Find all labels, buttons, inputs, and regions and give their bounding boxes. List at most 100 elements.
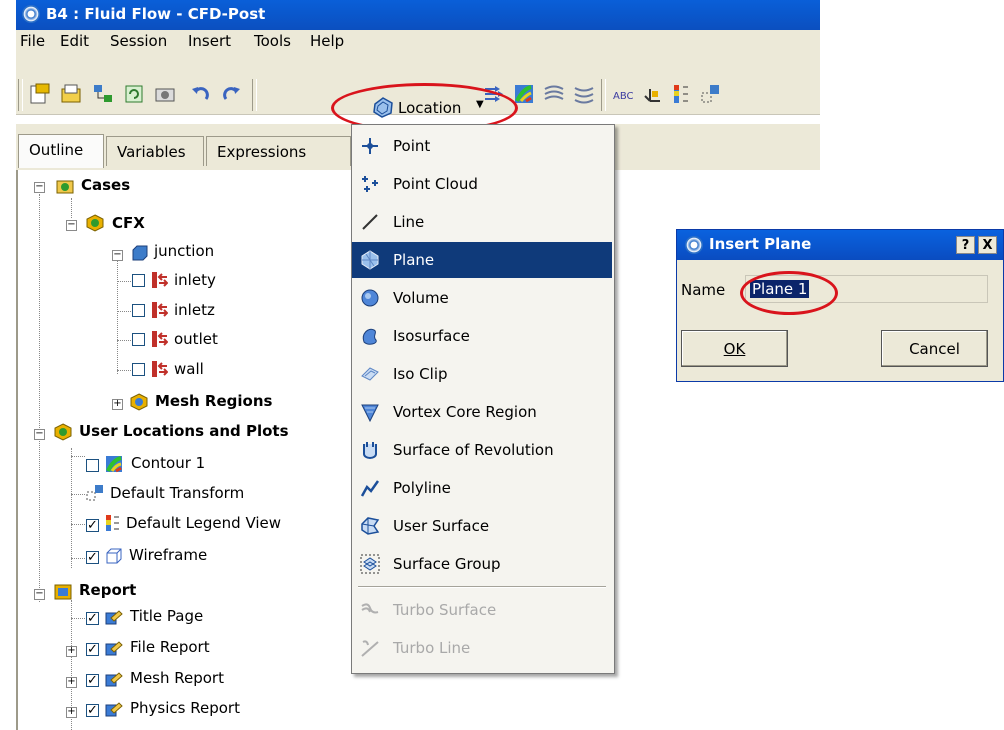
tree-item-wireframe[interactable]: Wireframe — [129, 546, 207, 564]
tree-item-report[interactable]: Report — [79, 581, 136, 599]
tree-item-wall[interactable]: wall — [174, 360, 204, 378]
tree-item-mesh-report[interactable]: Mesh Report — [130, 669, 224, 687]
user-locations-icon — [54, 423, 72, 441]
cancel-button[interactable]: Cancel — [881, 330, 988, 367]
toolbar-separator — [252, 79, 257, 111]
menu-edit[interactable]: Edit — [60, 32, 89, 50]
menu-item-vortex-core-region[interactable]: Vortex Core Region — [352, 394, 612, 430]
refresh-icon[interactable] — [123, 83, 145, 105]
menu-item-point-cloud[interactable]: Point Cloud — [352, 166, 612, 202]
camera-icon[interactable] — [154, 83, 176, 105]
visibility-checkbox[interactable] — [132, 363, 145, 376]
tree-item-outlet[interactable]: outlet — [174, 330, 218, 348]
tree-connector — [71, 448, 72, 568]
collapse-toggle[interactable]: − — [112, 250, 123, 261]
tree-connector — [71, 558, 85, 559]
menu-item-polyline[interactable]: Polyline — [352, 470, 612, 506]
particle-track-icon[interactable] — [573, 83, 595, 105]
visibility-checkbox[interactable]: ✓ — [86, 643, 99, 656]
visibility-checkbox[interactable] — [132, 274, 145, 287]
menu-file[interactable]: File — [20, 32, 45, 50]
menu-item-iso-clip[interactable]: Iso Clip — [352, 356, 612, 392]
tree-item-contour-1[interactable]: Contour 1 — [131, 454, 205, 472]
tree-item-default-transform[interactable]: Default Transform — [110, 484, 244, 502]
tree-item-user-locations[interactable]: User Locations and Plots — [79, 422, 289, 440]
isosurface-icon — [362, 328, 377, 345]
menu-item-volume[interactable]: Volume — [352, 280, 612, 316]
expand-toggle[interactable]: + — [66, 677, 77, 688]
boundary-icon — [152, 361, 168, 377]
tree-connector — [117, 340, 131, 341]
visibility-checkbox[interactable]: ✓ — [86, 519, 99, 532]
menu-item-plane[interactable]: Plane — [352, 242, 612, 278]
tree-connector — [117, 281, 131, 282]
tree-item-default-legend-view[interactable]: Default Legend View — [126, 514, 281, 532]
expand-toggle[interactable]: + — [112, 399, 123, 410]
load-state-icon[interactable] — [60, 83, 82, 105]
new-file-icon[interactable] — [28, 83, 50, 105]
surface-group-icon — [360, 554, 380, 574]
tab-expressions[interactable]: Expressions — [206, 136, 351, 166]
tree-item-file-report[interactable]: File Report — [130, 638, 210, 656]
collapse-toggle[interactable]: − — [34, 589, 45, 600]
cfd-post-app-icon — [685, 236, 703, 254]
menu-item-surface-of-revolution[interactable]: Surface of Revolution — [352, 432, 612, 468]
ok-button[interactable]: OK — [681, 330, 788, 367]
streamline-icon[interactable] — [543, 83, 565, 105]
menu-item-isosurface[interactable]: Isosurface — [352, 318, 612, 354]
tab-variables[interactable]: Variables — [106, 136, 204, 166]
legend-icon[interactable] — [670, 83, 692, 105]
menu-item-label: Polyline — [393, 479, 451, 497]
tree-item-physics-report[interactable]: Physics Report — [130, 699, 240, 717]
polyline-icon — [360, 480, 380, 497]
collapse-toggle[interactable]: − — [66, 220, 77, 231]
redo-icon[interactable] — [220, 83, 242, 105]
tree-item-inlety[interactable]: inlety — [174, 271, 216, 289]
text-abc-icon[interactable]: ABC — [612, 83, 634, 105]
close-button[interactable]: X — [978, 236, 997, 254]
tree-item-title-page[interactable]: Title Page — [130, 607, 203, 625]
visibility-checkbox[interactable] — [132, 333, 145, 346]
tree-item-mesh-regions[interactable]: Mesh Regions — [155, 392, 272, 410]
menu-help[interactable]: Help — [310, 32, 344, 50]
surface-of-revolution-icon — [363, 442, 377, 459]
menu-item-surface-group[interactable]: Surface Group — [352, 546, 612, 582]
menu-item-line[interactable]: Line — [352, 204, 612, 240]
visibility-checkbox[interactable]: ✓ — [86, 674, 99, 687]
visibility-checkbox[interactable]: ✓ — [86, 551, 99, 564]
menu-session[interactable]: Session — [110, 32, 167, 50]
visibility-checkbox[interactable]: ✓ — [86, 612, 99, 625]
expand-toggle[interactable]: + — [66, 707, 77, 718]
coordinate-frame-icon[interactable] — [642, 83, 664, 105]
visibility-checkbox[interactable]: ✓ — [86, 704, 99, 717]
contour-icon[interactable] — [513, 83, 535, 105]
visibility-checkbox[interactable] — [86, 459, 99, 472]
boundary-icon — [152, 302, 168, 318]
instance-transform-icon[interactable] — [700, 83, 722, 105]
line-icon — [362, 214, 378, 230]
collapse-toggle[interactable]: − — [34, 182, 45, 193]
outline-tree: − Cases − CFX − junction inlety inletz o… — [16, 170, 354, 730]
menu-insert[interactable]: Insert — [188, 32, 231, 50]
tab-outline[interactable]: Outline — [18, 134, 104, 168]
dialog-title: Insert Plane — [709, 235, 812, 253]
plane-icon — [361, 250, 379, 270]
tree-structure-icon[interactable] — [92, 83, 114, 105]
menu-item-user-surface[interactable]: User Surface — [352, 508, 612, 544]
visibility-checkbox[interactable] — [132, 304, 145, 317]
menu-tools[interactable]: Tools — [254, 32, 291, 50]
help-button[interactable]: ? — [956, 236, 975, 254]
name-label: Name — [681, 281, 726, 299]
tree-item-cases[interactable]: Cases — [81, 176, 130, 194]
tree-item-cfx[interactable]: CFX — [112, 214, 145, 232]
undo-icon[interactable] — [190, 83, 212, 105]
tree-item-junction[interactable]: junction — [154, 242, 214, 260]
expand-toggle[interactable]: + — [66, 646, 77, 657]
domain-icon — [132, 245, 148, 261]
tree-connector — [117, 258, 118, 374]
menu-item-label: Surface of Revolution — [393, 441, 554, 459]
collapse-toggle[interactable]: − — [34, 429, 45, 440]
report-icon — [54, 584, 72, 600]
tree-item-inletz[interactable]: inletz — [174, 301, 215, 319]
menu-item-point[interactable]: Point — [352, 128, 612, 164]
